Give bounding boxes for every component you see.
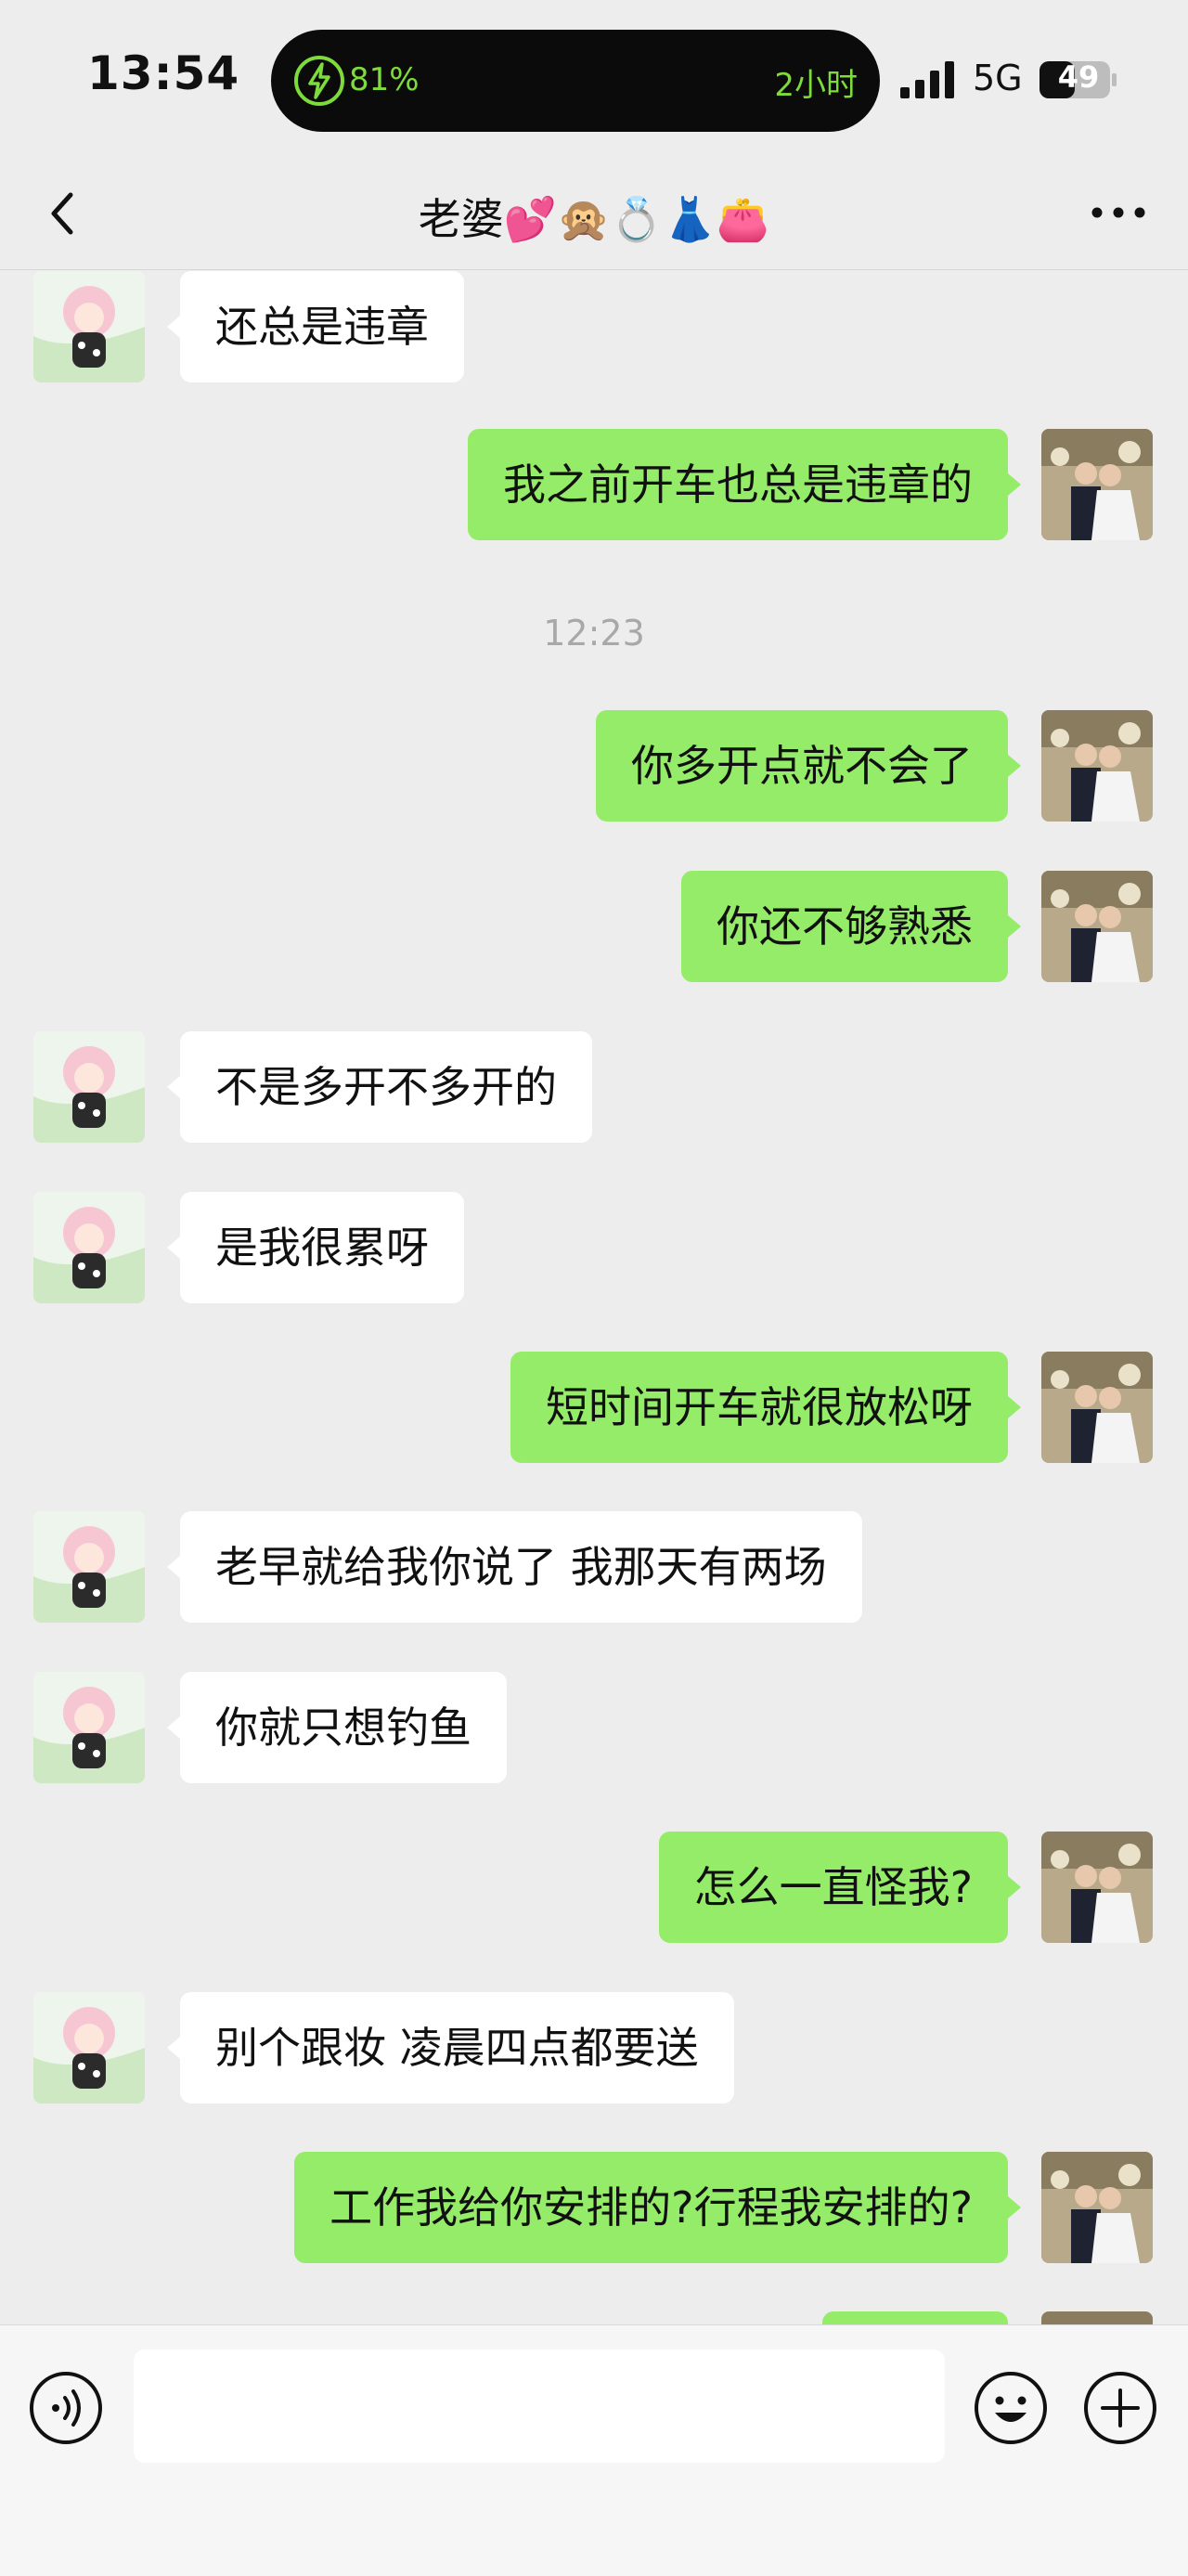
incoming-message[interactable]: 你就只想钓鱼	[167, 1672, 507, 1783]
contact-avatar[interactable]	[33, 1192, 145, 1303]
voice-icon[interactable]	[28, 2370, 104, 2446]
remaining-time: 2小时	[774, 67, 858, 104]
outgoing-message[interactable]: 怎么一直怪我?	[658, 1832, 1022, 1943]
contact-avatar[interactable]	[33, 271, 145, 382]
incoming-message[interactable]: 是我很累呀	[167, 1192, 464, 1303]
message-row: 别个跟妆 凌晨四点都要送	[0, 1992, 1188, 2104]
charging-icon	[294, 56, 344, 106]
outgoing-message[interactable]: 工作我给你安排的?行程我安排的?	[294, 2152, 1021, 2263]
message-row: 短时间开车就很放松呀	[0, 1352, 1188, 1463]
message-row: 老早就给我你说了 我那天有两场	[0, 1511, 1188, 1623]
outgoing-message[interactable]: 你还不够熟悉	[681, 871, 1021, 982]
message-row: 你就只想钓鱼	[0, 1672, 1188, 1783]
my-avatar[interactable]	[1041, 2311, 1153, 2324]
chat-header: 老婆💕🙊💍👗👛	[0, 158, 1188, 270]
my-avatar[interactable]	[1041, 429, 1153, 540]
message-row: 我之前开车也总是违章的	[0, 429, 1188, 540]
my-avatar[interactable]	[1041, 710, 1153, 822]
message-input[interactable]	[134, 2349, 945, 2463]
message-row: 不是多开不多开的	[0, 1031, 1188, 1143]
contact-avatar[interactable]	[33, 1031, 145, 1143]
battery-percent: 81%	[349, 61, 420, 98]
emoji-icon[interactable]	[973, 2370, 1049, 2446]
battery-level: 49	[1057, 59, 1100, 95]
my-avatar[interactable]	[1041, 1352, 1153, 1463]
message-row: 你多开点就不会了	[0, 710, 1188, 822]
contact-avatar[interactable]	[33, 1992, 145, 2104]
message-row: 还总是违章	[0, 269, 1188, 382]
message-row: 是我很累呀	[0, 1192, 1188, 1303]
contact-avatar[interactable]	[33, 1511, 145, 1623]
my-avatar[interactable]	[1041, 2152, 1153, 2263]
dynamic-island: 81% 2小时	[271, 30, 880, 132]
my-avatar[interactable]	[1041, 1832, 1153, 1943]
status-bar: 13:54 81% 2小时 5G 49	[0, 0, 1188, 158]
contact-avatar[interactable]	[33, 1672, 145, 1783]
message-row	[0, 2311, 1188, 2324]
plus-icon[interactable]	[1082, 2370, 1158, 2446]
my-avatar[interactable]	[1041, 871, 1153, 982]
outgoing-message[interactable]: 你多开点就不会了	[596, 710, 1021, 822]
message-row: 工作我给你安排的?行程我安排的?	[0, 2152, 1188, 2263]
outgoing-message[interactable]: 我之前开车也总是违章的	[468, 429, 1021, 540]
outgoing-message[interactable]	[822, 2311, 1008, 2324]
chat-title: 老婆💕🙊💍👗👛	[418, 194, 770, 244]
more-options-icon[interactable]	[1086, 189, 1151, 236]
incoming-message[interactable]: 老早就给我你说了 我那天有两场	[167, 1511, 862, 1623]
input-bar	[0, 2324, 1188, 2576]
network-type: 5G	[973, 58, 1023, 98]
message-row: 你还不够熟悉	[0, 871, 1188, 982]
signal-icon	[900, 61, 954, 98]
incoming-message[interactable]: 还总是违章	[167, 271, 464, 382]
outgoing-message[interactable]: 短时间开车就很放松呀	[510, 1352, 1021, 1463]
timestamp: 12:23	[543, 613, 645, 654]
status-time: 13:54	[87, 46, 240, 100]
message-row: 怎么一直怪我?	[0, 1832, 1188, 1943]
incoming-message[interactable]: 不是多开不多开的	[167, 1031, 592, 1143]
incoming-message[interactable]: 别个跟妆 凌晨四点都要送	[167, 1992, 734, 2104]
